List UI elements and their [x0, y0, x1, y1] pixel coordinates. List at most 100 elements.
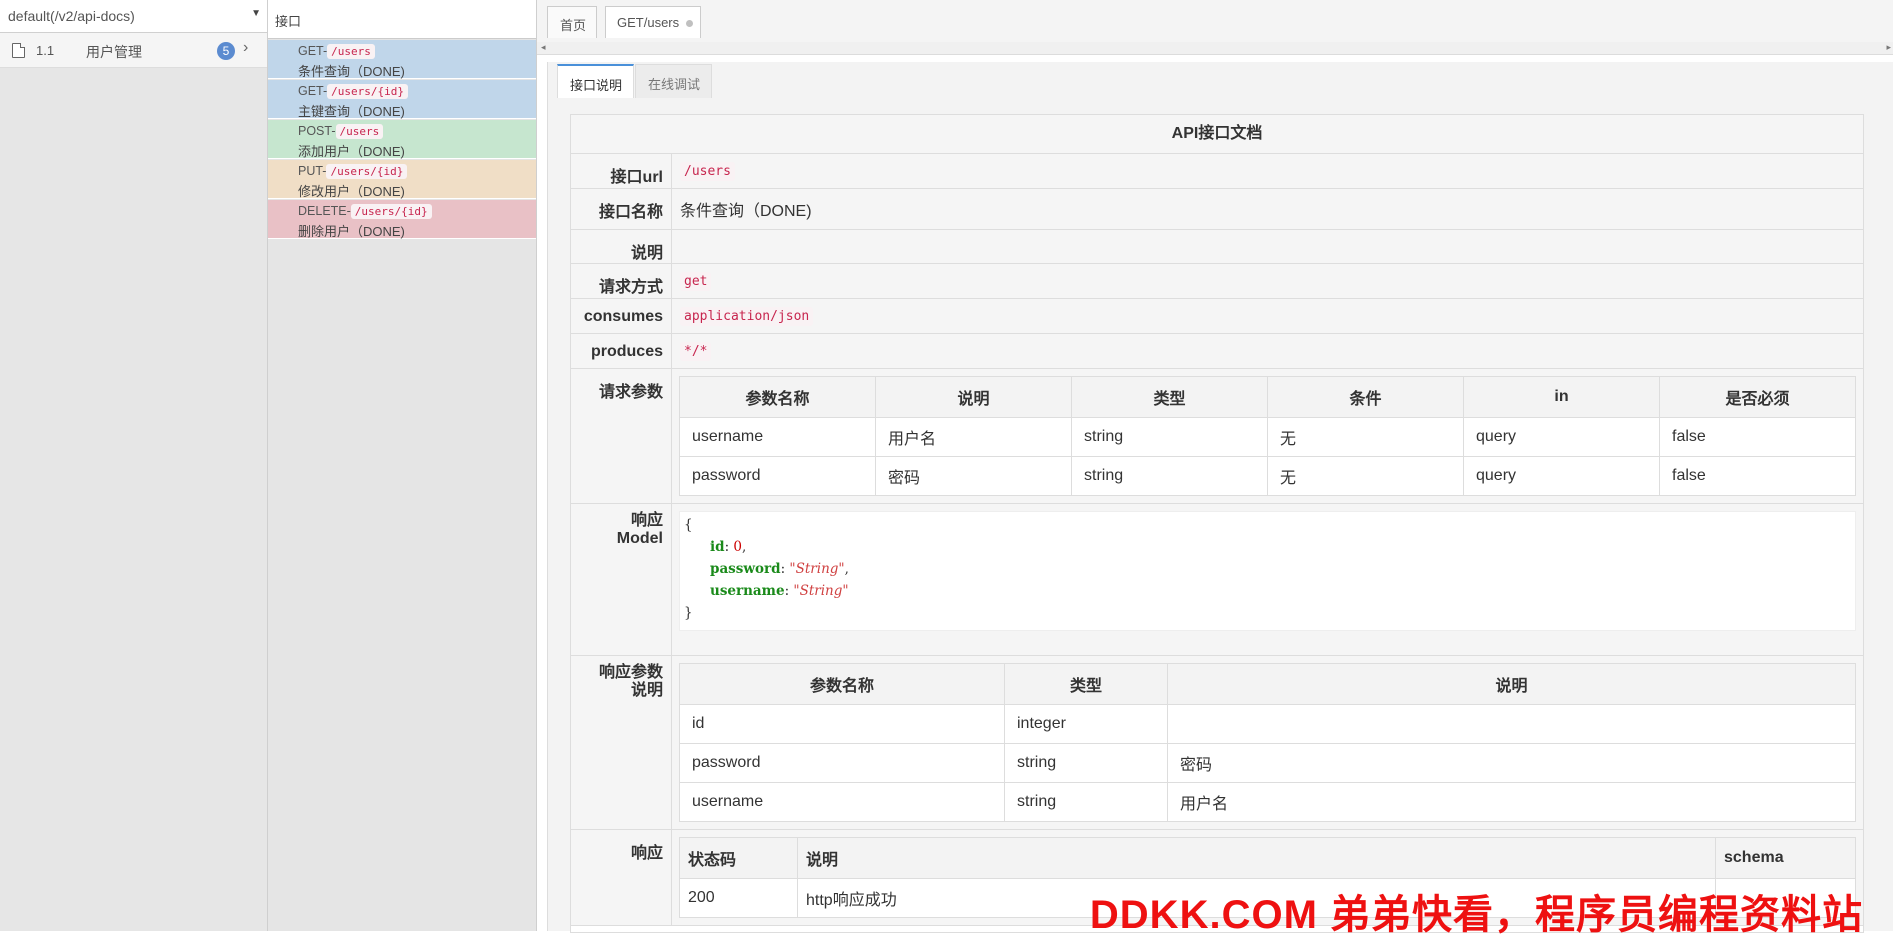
group-select[interactable]: default(/v2/api-docs) ▼ — [0, 0, 267, 33]
resp-params-label-1: 响应参数 — [598, 664, 663, 681]
produces-label: produces — [571, 333, 672, 369]
tab-api-description[interactable]: 接口说明 — [557, 64, 634, 98]
url-label: 接口url — [571, 154, 672, 189]
close-dot-icon[interactable] — [686, 20, 693, 27]
api-method: POST- — [298, 124, 336, 138]
tab-api-description-label: 接口说明 — [570, 78, 623, 93]
cell: 用户名 — [875, 417, 1072, 457]
api-path: /users/{id} — [326, 164, 408, 179]
group-item-user-management[interactable]: 1.1 用户管理 5 › — [0, 33, 267, 68]
cell: string — [1004, 782, 1168, 822]
api-item-post-users[interactable]: POST-/users 添加用户（DONE) — [268, 120, 536, 159]
cell: id — [679, 704, 1005, 744]
th-required: 是否必须 — [1659, 376, 1856, 418]
caret-down-icon: ▼ — [251, 8, 261, 19]
model-value: 0 — [733, 539, 743, 555]
name-value: 条件查询（DONE) — [671, 188, 1863, 230]
api-name: 主键查询（DONE) — [298, 104, 405, 119]
group-number: 1.1 — [36, 43, 55, 58]
api-path: /users/{id} — [350, 204, 432, 219]
api-name: 修改用户（DONE) — [298, 184, 405, 199]
chevron-right-icon: › — [243, 39, 249, 56]
table-header-row: 参数名称 说明 类型 条件 in 是否必须 — [679, 376, 1856, 418]
main-area: 首页 GET/users ◂ ▸ 接口说明 在线调试 API接口文档 接口url… — [537, 0, 1893, 933]
tab-home[interactable]: 首页 — [547, 6, 597, 38]
model-key: username — [710, 583, 785, 599]
watermark-text: DDKK.COM 弟弟快看，程序员编程资料站 — [1089, 893, 1863, 937]
cell: 无 — [1267, 456, 1464, 496]
api-item-put-user[interactable]: PUT-/users/{id} 修改用户（DONE) — [268, 160, 536, 199]
th-type: 类型 — [1071, 376, 1268, 418]
model-close-brace: } — [684, 605, 693, 621]
api-item-get-user-by-id[interactable]: GET-/users/{id} 主键查询（DONE) — [268, 80, 536, 119]
model-value: "String" — [793, 583, 849, 599]
th-in: in — [1463, 376, 1660, 418]
cell: 无 — [1267, 417, 1464, 457]
cell: false — [1659, 417, 1856, 457]
model-key: password — [710, 561, 781, 577]
response-label: 响应 — [571, 829, 672, 926]
group-select-value: default(/v2/api-docs) — [8, 8, 135, 24]
cell: query — [1463, 417, 1660, 457]
table-header-row: 状态码 说明 schema — [679, 837, 1856, 879]
api-item-delete-user[interactable]: DELETE-/users/{id} 删除用户（DONE) — [268, 200, 536, 239]
cell: username — [679, 417, 876, 457]
api-doc: API接口文档 接口url /users 接口名称 条件查询（DONE) 说明 … — [570, 114, 1864, 933]
tab-get-users-label: GET/users — [617, 15, 680, 30]
model-sep: , — [844, 561, 849, 577]
tab-get-users[interactable]: GET/users — [605, 6, 701, 38]
cell: password — [679, 743, 1005, 783]
cell: password — [679, 456, 876, 496]
cell: integer — [1004, 704, 1168, 744]
resp-params-label-2: 说明 — [630, 682, 663, 699]
tab-online-debug[interactable]: 在线调试 — [635, 64, 712, 98]
desc-label: 说明 — [571, 229, 672, 264]
api-name: 删除用户（DONE) — [298, 224, 405, 239]
th-desc: 说明 — [875, 376, 1072, 418]
group-panel: default(/v2/api-docs) ▼ 1.1 用户管理 5 › — [0, 0, 268, 931]
th-status-code: 状态码 — [679, 837, 798, 879]
request-params-table: 参数名称 说明 类型 条件 in 是否必须 username 用户名 strin… — [679, 376, 1856, 496]
cell — [1167, 704, 1856, 744]
api-name: 添加用户（DONE) — [298, 144, 405, 159]
cell: string — [1004, 743, 1168, 783]
response-params-table: 参数名称 类型 说明 id integer password string 密码… — [679, 663, 1856, 822]
api-item-get-users[interactable]: GET-/users 条件查询（DONE) — [268, 40, 536, 79]
name-label: 接口名称 — [571, 188, 672, 230]
api-path: /users — [335, 124, 384, 139]
th-desc: 说明 — [797, 837, 1716, 879]
api-method: GET- — [298, 44, 328, 58]
params-label: 请求参数 — [571, 368, 672, 504]
api-method: PUT- — [298, 164, 327, 178]
model-label-1: 响应 — [630, 512, 663, 529]
th-param-name: 参数名称 — [679, 663, 1005, 705]
th-type: 类型 — [1004, 663, 1168, 705]
th-schema: schema — [1715, 837, 1856, 879]
scroll-right-icon[interactable]: ▸ — [1886, 42, 1891, 53]
th-param-name: 参数名称 — [679, 376, 876, 418]
url-value: /users — [680, 162, 735, 181]
produces-value: */* — [680, 342, 712, 361]
tab-scrollbar[interactable]: ◂ ▸ — [537, 42, 1893, 55]
group-name: 用户管理 — [86, 44, 142, 60]
api-count-badge: 5 — [217, 42, 235, 60]
cell: string — [1071, 456, 1268, 496]
table-row: password string 密码 — [679, 743, 1856, 783]
consumes-value: application/json — [680, 307, 814, 326]
cell: 用户名 — [1167, 782, 1856, 822]
model-value: "String" — [789, 561, 845, 577]
api-method: DELETE- — [298, 204, 351, 218]
scroll-left-icon[interactable]: ◂ — [541, 42, 546, 53]
api-method: GET- — [298, 84, 328, 98]
cell: username — [679, 782, 1005, 822]
consumes-label: consumes — [571, 298, 672, 334]
desc-value — [671, 229, 1863, 264]
model-label-2: Model — [616, 530, 663, 547]
cell: 密码 — [1167, 743, 1856, 783]
cell: false — [1659, 456, 1856, 496]
api-path: /users — [327, 44, 375, 59]
tab-bar: 首页 GET/users — [537, 0, 1893, 42]
cell: string — [1071, 417, 1268, 457]
table-row: password 密码 string 无 query false — [679, 456, 1856, 496]
api-path: /users/{id} — [327, 84, 409, 99]
